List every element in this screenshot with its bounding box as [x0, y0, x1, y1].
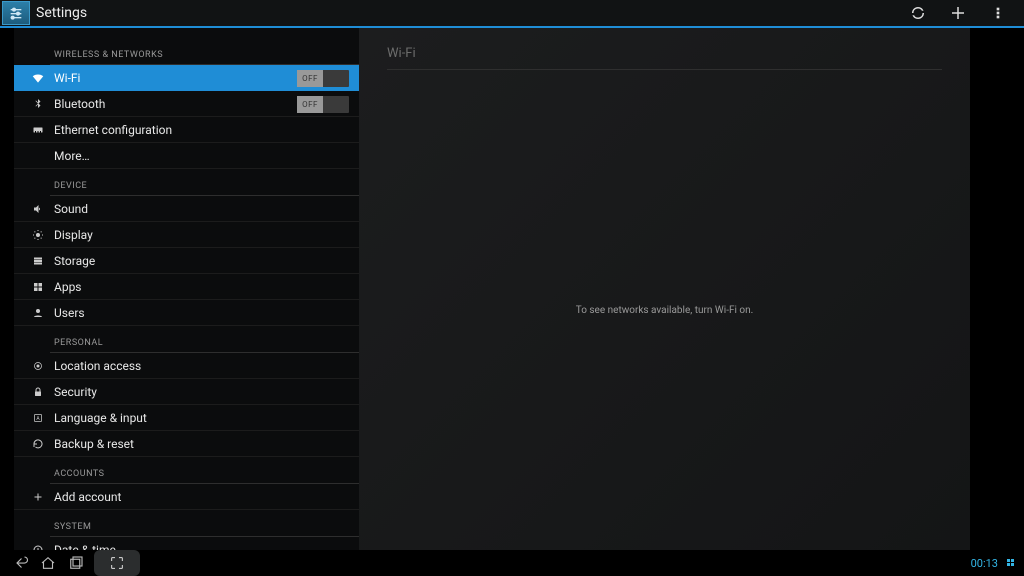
sidebar-item-apps[interactable]: Apps: [14, 274, 359, 300]
sidebar-item-label: Display: [54, 228, 93, 242]
detail-pane: Wi-Fi To see networks available, turn Wi…: [359, 28, 970, 550]
sidebar-item-label: Language & input: [54, 411, 147, 425]
action-bar: Settings: [0, 0, 1024, 28]
sidebar-item-storage[interactable]: Storage: [14, 248, 359, 274]
sidebar-item-label: Security: [54, 385, 97, 399]
sidebar-item-label: Backup & reset: [54, 437, 134, 451]
users-icon: [30, 305, 46, 321]
toggle-knob: OFF: [297, 96, 323, 113]
wifi-toggle[interactable]: OFF: [297, 70, 349, 87]
section-header-personal: PERSONAL: [14, 326, 359, 352]
sidebar-item-label: Bluetooth: [54, 97, 105, 111]
section-header-wireless: WIRELESS & NETWORKS: [14, 34, 359, 64]
sidebar-item-label: Wi-Fi: [54, 71, 80, 85]
sidebar-item-label: Storage: [54, 254, 95, 268]
backup-icon: [30, 436, 46, 452]
back-button[interactable]: [6, 550, 34, 576]
overflow-menu-icon[interactable]: [988, 3, 1008, 23]
sidebar-item-wifi[interactable]: Wi-Fi OFF: [14, 65, 359, 91]
toggle-knob: OFF: [297, 70, 323, 87]
system-nav-bar: 00:13: [0, 550, 1024, 576]
detail-hint: To see networks available, turn Wi-Fi on…: [576, 305, 754, 316]
sidebar-item-label: Sound: [54, 202, 88, 216]
sidebar-item-add-account[interactable]: Add account: [14, 484, 359, 510]
action-bar-title: Settings: [36, 5, 908, 21]
bluetooth-toggle[interactable]: OFF: [297, 96, 349, 113]
bluetooth-icon: [30, 96, 46, 112]
recent-apps-button[interactable]: [62, 550, 90, 576]
sidebar-item-label: Date & time: [54, 543, 116, 551]
apps-icon: [30, 279, 46, 295]
sidebar-item-label: More…: [54, 149, 90, 163]
sidebar-item-display[interactable]: Display: [14, 222, 359, 248]
sidebar-item-label: Ethernet configuration: [54, 123, 172, 137]
gutter-right: [970, 28, 1024, 550]
sidebar-item-datetime[interactable]: Date & time: [14, 537, 359, 550]
sidebar-item-label: Location access: [54, 359, 141, 373]
plus-icon: [30, 489, 46, 505]
main-split: WIRELESS & NETWORKS Wi-Fi OFF Bluetooth …: [0, 28, 1024, 550]
sidebar-item-sound[interactable]: Sound: [14, 196, 359, 222]
storage-icon: [30, 253, 46, 269]
status-clock[interactable]: 00:13: [971, 557, 998, 570]
home-button[interactable]: [34, 550, 62, 576]
sidebar-item-backup[interactable]: Backup & reset: [14, 431, 359, 457]
wifi-icon: [30, 70, 46, 86]
sidebar-item-security[interactable]: Security: [14, 379, 359, 405]
blank-icon: [30, 148, 46, 164]
sidebar-item-label: Users: [54, 306, 85, 320]
settings-app-icon: [2, 1, 30, 25]
sidebar-item-language[interactable]: A Language & input: [14, 405, 359, 431]
gutter-left: [0, 28, 14, 550]
detail-title: Wi-Fi: [387, 46, 942, 70]
detail-body: To see networks available, turn Wi-Fi on…: [387, 70, 942, 550]
clock-icon: [30, 542, 46, 551]
sidebar-item-users[interactable]: Users: [14, 300, 359, 326]
sidebar-item-location[interactable]: Location access: [14, 353, 359, 379]
sound-icon: [30, 201, 46, 217]
ethernet-icon: [30, 122, 46, 138]
section-header-accounts: ACCOUNTS: [14, 457, 359, 483]
refresh-icon[interactable]: [908, 3, 928, 23]
language-icon: A: [30, 410, 46, 426]
sidebar-item-label: Add account: [54, 490, 121, 504]
sidebar-item-label: Apps: [54, 280, 82, 294]
sidebar-item-more[interactable]: More…: [14, 143, 359, 169]
section-header-system: SYSTEM: [14, 510, 359, 536]
settings-sidebar: WIRELESS & NETWORKS Wi-Fi OFF Bluetooth …: [14, 28, 359, 550]
screenshot-button[interactable]: [94, 550, 140, 576]
section-header-device: DEVICE: [14, 169, 359, 195]
status-network-icon[interactable]: [1004, 556, 1018, 570]
svg-text:A: A: [36, 416, 40, 422]
display-icon: [30, 227, 46, 243]
lock-icon: [30, 384, 46, 400]
sidebar-item-bluetooth[interactable]: Bluetooth OFF: [14, 91, 359, 117]
location-icon: [30, 358, 46, 374]
sidebar-item-ethernet[interactable]: Ethernet configuration: [14, 117, 359, 143]
add-icon[interactable]: [948, 3, 968, 23]
